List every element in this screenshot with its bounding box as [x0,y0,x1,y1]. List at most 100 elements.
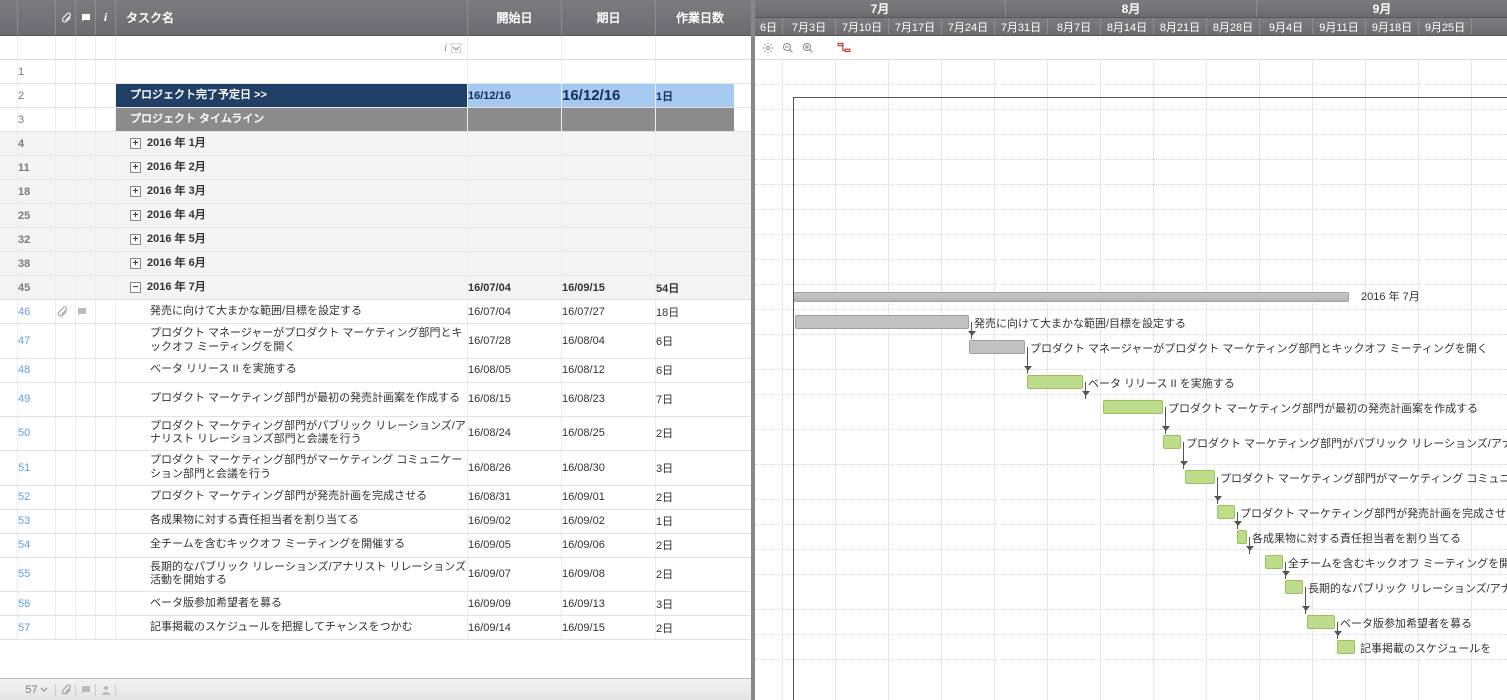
timeline-weeks: 6日7月3日7月10日7月17日7月24日7月31日8月7日8月14日8月21日… [755,18,1507,36]
week-header[interactable]: 7月3日 [783,18,836,35]
attach-cell [56,324,76,358]
gantt-bar[interactable]: ベータ リリース II を実施する [1027,375,1083,389]
taskname-header[interactable]: タスク名 [116,0,468,35]
grid-row[interactable]: 53各成果物に対する責任担当者を割り当てる16/09/0216/09/021日 [0,510,751,534]
week-header[interactable]: 8月14日 [1101,18,1154,35]
grid-row[interactable]: 49プロダクト マーケティング部門が最初の発売計画案を作成する16/08/151… [0,383,751,417]
info-cell [96,156,116,179]
week-header[interactable]: 6日 [755,18,783,35]
grid-row[interactable]: 52プロダクト マーケティング部門が発売計画を完成させる16/08/3116/0… [0,486,751,510]
gantt-bar[interactable]: 全チームを含むキックオフ ミーティングを開 [1265,555,1283,569]
days-header[interactable]: 作業日数 [656,0,734,35]
days-cell: 3日 [656,592,734,615]
grid-row[interactable]: 18+2016 年 3月 [0,180,751,204]
grid-row[interactable]: 46発売に向けて大まかな範囲/目標を設定する16/07/0416/07/2718… [0,300,751,324]
paperclip-icon[interactable] [60,684,72,696]
dropdown-icon[interactable] [40,686,48,694]
start-cell: 16/08/26 [468,451,562,485]
week-header[interactable]: 9月11日 [1313,18,1366,35]
gantt-panel: 7月8月9月 6日7月3日7月10日7月17日7月24日7月31日8月7日8月1… [755,0,1507,700]
gantt-bar[interactable]: プロダクト マーケティング部門が最初の発売計画案を作成する [1103,400,1163,414]
grid-row[interactable]: 50プロダクト マーケティング部門がパブリック リレーションズ/アナリスト リレ… [0,417,751,452]
month-header[interactable]: 9月 [1257,0,1507,17]
gantt-bar[interactable]: 長期的なパブリック リレーションズ/アナ [1285,580,1303,594]
grid-row[interactable]: 38+2016 年 6月 [0,252,751,276]
week-header[interactable]: 7月10日 [836,18,889,35]
grid-row[interactable]: 25+2016 年 4月 [0,204,751,228]
drag-handle [0,300,18,323]
rownum-header[interactable] [18,0,56,35]
grid-row[interactable]: 3プロジェクト タイムライン [0,108,751,132]
enddate-header[interactable]: 期日 [562,0,656,35]
week-header[interactable]: 8月28日 [1207,18,1260,35]
expand-icon[interactable]: + [130,258,141,269]
week-header[interactable]: 8月21日 [1154,18,1207,35]
gantt-bar[interactable]: 発売に向けて大まかな範囲/目標を設定する [795,315,969,329]
collapse-icon[interactable]: − [130,282,141,293]
end-cell: 16/09/06 [562,534,656,557]
days-cell [656,252,734,275]
expand-icon[interactable]: + [130,138,141,149]
row-number: 51 [18,451,56,485]
week-header[interactable]: 7月31日 [995,18,1048,35]
grid-row[interactable]: 48ベータ リリース II を実施する16/08/0516/08/126日 [0,359,751,383]
grid-row[interactable]: 56ベータ版参加希望者を募る16/09/0916/09/133日 [0,592,751,616]
gear-icon[interactable] [761,41,775,55]
comment-icon[interactable] [80,684,92,696]
end-cell: 16/09/15 [562,616,656,639]
expand-icon[interactable]: + [130,234,141,245]
zoom-in-icon[interactable] [801,41,815,55]
grid-row[interactable]: 51プロダクト マーケティング部門がマーケティング コミュニケーション部門と会議… [0,451,751,486]
comment-header[interactable] [76,0,96,35]
gantt-bar[interactable]: プロダクト マーケティング部門がパブリック リレーションズ/アナリ [1163,435,1181,449]
week-header[interactable]: 9月25日 [1419,18,1472,35]
week-header[interactable]: 7月17日 [889,18,942,35]
comment-cell [76,383,96,416]
attach-header[interactable] [56,0,76,35]
gantt-bar[interactable]: ベータ版参加希望者を募る [1307,615,1335,629]
grid-row[interactable]: 47プロダクト マネージャーがプロダクト マーケティング部門とキックオフ ミーテ… [0,324,751,359]
drag-handle [0,60,18,83]
grid-row[interactable]: 54全チームを含むキックオフ ミーティングを開催する16/09/0516/09/… [0,534,751,558]
week-header[interactable]: 9月18日 [1366,18,1419,35]
comment-cell [76,300,96,323]
week-header[interactable]: 9月4日 [1260,18,1313,35]
dependency-arrow [1305,587,1306,614]
grid-row[interactable]: 55長期的なパブリック リレーションズ/アナリスト リレーションズ活動を開始する… [0,558,751,593]
grid-row[interactable]: 2プロジェクト完了予定日 >>16/12/1616/12/161日 [0,84,751,108]
gantt-bar[interactable]: プロダクト マーケティング部門が発売計画を完成させ [1217,505,1235,519]
grid-row[interactable]: 4+2016 年 1月 [0,132,751,156]
grid-row[interactable]: 32+2016 年 5月 [0,228,751,252]
critical-path-icon[interactable] [837,41,851,55]
expand-icon[interactable]: + [130,210,141,221]
zoom-out-icon[interactable] [781,41,795,55]
gantt-bar[interactable]: プロダクト マネージャーがプロダクト マーケティング部門とキックオフ ミーティン… [969,340,1025,354]
grid-row[interactable]: 45−2016 年 7月16/07/0416/09/1554日 [0,276,751,300]
startdate-header[interactable]: 開始日 [468,0,562,35]
grid-row[interactable]: 57記事掲載のスケジュールを把握してチャンスをつかむ16/09/1416/09/… [0,616,751,640]
gantt-body[interactable]: 2016 年 7月発売に向けて大まかな範囲/目標を設定するプロダクト マネージャ… [755,60,1507,700]
month-header[interactable]: 7月 [755,0,1006,17]
info-cell [96,228,116,251]
start-cell: 16/09/14 [468,616,562,639]
month-header[interactable]: 8月 [1006,0,1257,17]
drag-handle [0,84,18,107]
start-cell [468,252,562,275]
gantt-bar[interactable]: プロダクト マーケティング部門がマーケティング コミュニ [1185,470,1215,484]
grid-row[interactable]: 1 [0,60,751,84]
person-icon[interactable] [100,684,112,696]
gantt-bar[interactable]: 各成果物に対する責任担当者を割り当てる [1237,530,1247,544]
gantt-bar[interactable]: 記事掲載のスケジュールを [1337,640,1355,654]
grid-row[interactable]: 11+2016 年 2月 [0,156,751,180]
task-cell [116,60,468,83]
info-header[interactable]: i [96,0,116,35]
task-cell: +2016 年 1月 [116,132,468,155]
days-cell [656,180,734,203]
week-header[interactable]: 7月24日 [942,18,995,35]
drag-handle [0,276,18,299]
dropdown-icon[interactable] [451,43,461,53]
expand-icon[interactable]: + [130,162,141,173]
week-header[interactable]: 8月7日 [1048,18,1101,35]
expand-icon[interactable]: + [130,186,141,197]
summary-bar[interactable] [793,292,1349,302]
